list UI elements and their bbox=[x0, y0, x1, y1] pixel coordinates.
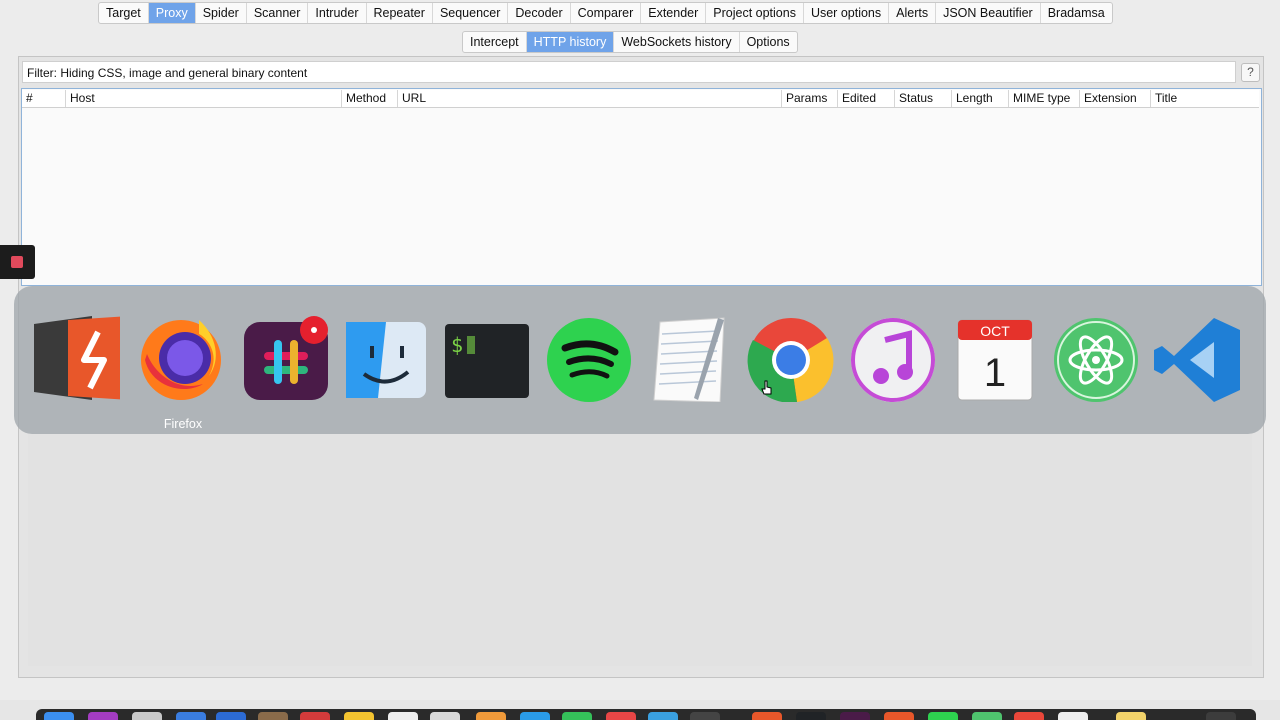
tab-bradamsa[interactable]: Bradamsa bbox=[1041, 3, 1112, 23]
tab-target[interactable]: Target bbox=[99, 3, 149, 23]
tab-scanner[interactable]: Scanner bbox=[247, 3, 309, 23]
dock-app-icon[interactable] bbox=[972, 712, 1002, 720]
dock-app-icon[interactable] bbox=[648, 712, 678, 720]
dock-app-icon[interactable] bbox=[520, 712, 550, 720]
history-table[interactable] bbox=[21, 88, 1262, 286]
table-header: # Host Method URL Params Edited Status L… bbox=[22, 90, 1259, 108]
firefox-icon[interactable] bbox=[137, 314, 225, 402]
tab-proxy[interactable]: Proxy bbox=[148, 3, 196, 23]
column-header-number[interactable]: # bbox=[22, 90, 66, 107]
filter-bar[interactable]: Filter: Hiding CSS, image and general bi… bbox=[22, 61, 1236, 83]
tab-http-history[interactable]: HTTP history bbox=[526, 32, 615, 52]
column-header-status[interactable]: Status bbox=[895, 90, 952, 107]
tab-websockets-history[interactable]: WebSockets history bbox=[614, 32, 740, 52]
tab-intruder[interactable]: Intruder bbox=[308, 3, 367, 23]
vscode-icon[interactable] bbox=[1154, 314, 1242, 402]
message-editor-area bbox=[28, 434, 1252, 666]
main-tab-bar: Target Proxy Spider Scanner Intruder Rep… bbox=[98, 2, 1113, 24]
dock-app-icon[interactable] bbox=[344, 712, 374, 720]
dock-app-icon[interactable] bbox=[258, 712, 288, 720]
slack-icon[interactable] bbox=[242, 314, 330, 402]
spotify-icon[interactable] bbox=[545, 314, 633, 402]
dock-app-icon[interactable] bbox=[884, 712, 914, 720]
dock-app-icon[interactable] bbox=[1014, 712, 1044, 720]
column-header-params[interactable]: Params bbox=[782, 90, 838, 107]
tab-comparer[interactable]: Comparer bbox=[571, 3, 642, 23]
column-header-length[interactable]: Length bbox=[952, 90, 1009, 107]
tab-intercept[interactable]: Intercept bbox=[463, 32, 527, 52]
dock-app-icon[interactable] bbox=[562, 712, 592, 720]
calendar-icon[interactable]: OCT 1 bbox=[950, 314, 1038, 402]
tab-spider[interactable]: Spider bbox=[196, 3, 247, 23]
tab-extender[interactable]: Extender bbox=[641, 3, 707, 23]
dock-app-icon[interactable] bbox=[928, 712, 958, 720]
app-switcher: $ OCT 1 Firefox bbox=[14, 286, 1266, 434]
tab-sequencer[interactable]: Sequencer bbox=[433, 3, 509, 23]
dock-app-icon[interactable] bbox=[1058, 712, 1088, 720]
svg-text:OCT: OCT bbox=[980, 323, 1010, 339]
tab-project-options[interactable]: Project options bbox=[706, 3, 804, 23]
itunes-icon[interactable] bbox=[849, 314, 937, 402]
tab-alerts[interactable]: Alerts bbox=[889, 3, 937, 23]
dock-app-icon[interactable] bbox=[430, 712, 460, 720]
selected-app-label: Firefox bbox=[163, 417, 203, 431]
dock-app-icon[interactable] bbox=[752, 712, 782, 720]
dock-trash-icon[interactable] bbox=[1206, 712, 1236, 720]
column-header-method[interactable]: Method bbox=[342, 90, 398, 107]
dock-app-icon[interactable] bbox=[796, 712, 826, 720]
dock-app-icon[interactable] bbox=[476, 712, 506, 720]
dock-app-icon[interactable] bbox=[1116, 712, 1146, 720]
dock-app-icon[interactable] bbox=[88, 712, 118, 720]
dock-app-icon[interactable] bbox=[216, 712, 246, 720]
svg-text:1: 1 bbox=[984, 351, 1006, 395]
column-header-mime-type[interactable]: MIME type bbox=[1009, 90, 1080, 107]
dock-app-icon[interactable] bbox=[300, 712, 330, 720]
svg-text:$: $ bbox=[451, 333, 463, 357]
filter-help-button[interactable]: ? bbox=[1241, 63, 1260, 82]
burp-suite-icon[interactable] bbox=[32, 314, 120, 402]
atom-icon[interactable] bbox=[1052, 314, 1140, 402]
column-header-edited[interactable]: Edited bbox=[838, 90, 895, 107]
stop-icon bbox=[11, 256, 23, 268]
stop-recording-button[interactable] bbox=[0, 245, 35, 279]
column-header-title[interactable]: Title bbox=[1151, 90, 1259, 107]
finder-icon[interactable] bbox=[342, 314, 430, 402]
tab-options[interactable]: Options bbox=[740, 32, 797, 52]
textedit-icon[interactable] bbox=[646, 314, 734, 402]
tab-user-options[interactable]: User options bbox=[804, 3, 890, 23]
dock-app-icon[interactable] bbox=[176, 712, 206, 720]
column-header-url[interactable]: URL bbox=[398, 90, 782, 107]
tab-decoder[interactable]: Decoder bbox=[508, 3, 571, 23]
terminal-icon[interactable]: $ bbox=[443, 314, 531, 402]
dock-app-icon[interactable] bbox=[690, 712, 720, 720]
tab-repeater[interactable]: Repeater bbox=[367, 3, 433, 23]
dock-finder-icon[interactable] bbox=[44, 712, 74, 720]
dock-app-icon[interactable] bbox=[840, 712, 870, 720]
column-header-extension[interactable]: Extension bbox=[1080, 90, 1151, 107]
dock-app-icon[interactable] bbox=[132, 712, 162, 720]
tab-json-beautifier[interactable]: JSON Beautifier bbox=[936, 3, 1041, 23]
dock-app-icon[interactable] bbox=[388, 712, 418, 720]
column-header-host[interactable]: Host bbox=[66, 90, 342, 107]
dock-app-icon[interactable] bbox=[606, 712, 636, 720]
hand-cursor-icon bbox=[761, 380, 772, 395]
proxy-sub-tab-bar: Intercept HTTP history WebSockets histor… bbox=[462, 31, 798, 53]
